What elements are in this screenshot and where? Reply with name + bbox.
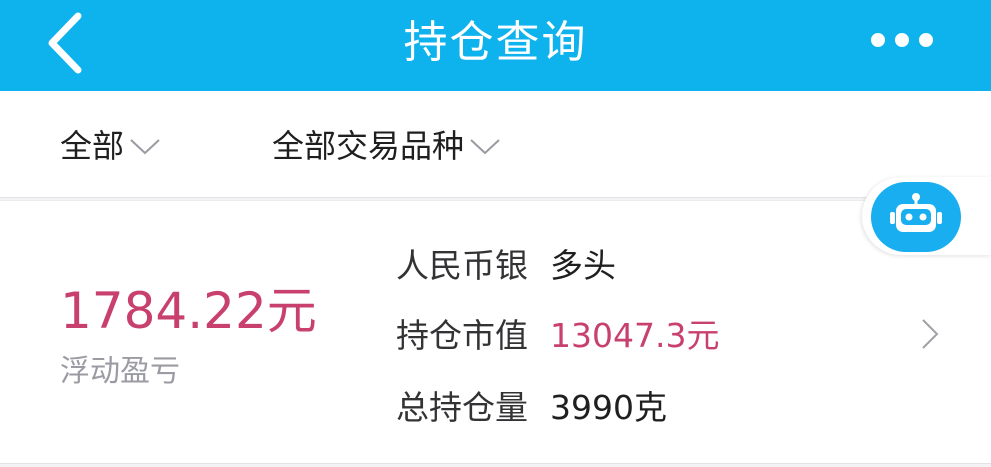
quantity-value: 3990克 xyxy=(550,388,667,427)
more-horizontal-icon xyxy=(871,33,933,47)
quantity-label: 总持仓量 xyxy=(396,388,528,427)
chevron-right-icon xyxy=(922,319,939,349)
robot-icon xyxy=(890,193,942,232)
direction-value: 多头 xyxy=(550,246,616,285)
chevron-down-icon xyxy=(130,139,160,155)
filter-bar: 全部 全部交易品种 xyxy=(0,91,991,198)
header-bar: 持仓查询 xyxy=(0,0,991,91)
product-row: 人民币银 多头 xyxy=(396,239,616,287)
position-card[interactable]: 1784.22元 浮动盈亏 人民币银 多头 持仓市值 13047.3元 总持仓量… xyxy=(0,200,991,464)
filter-product-label: 全部交易品种 xyxy=(272,127,465,165)
floating-pl-label: 浮动盈亏 xyxy=(60,354,180,389)
assistant-button[interactable] xyxy=(862,177,991,255)
market-value-label: 持仓市值 xyxy=(396,316,528,355)
filter-product-dropdown[interactable]: 全部交易品种 xyxy=(272,91,502,197)
page-title: 持仓查询 xyxy=(403,17,588,68)
product-label: 人民币银 xyxy=(396,246,528,285)
filter-account-label: 全部 xyxy=(60,127,125,165)
quantity-row: 总持仓量 3990克 xyxy=(396,381,667,429)
market-value-row: 持仓市值 13047.3元 xyxy=(396,309,719,357)
floating-pl-value: 1784.22元 xyxy=(60,282,317,340)
chevron-down-icon xyxy=(470,139,500,155)
filter-account-dropdown[interactable]: 全部 xyxy=(60,91,162,197)
more-button[interactable] xyxy=(864,20,940,60)
assistant-badge xyxy=(871,182,961,252)
market-value: 13047.3元 xyxy=(550,316,720,355)
